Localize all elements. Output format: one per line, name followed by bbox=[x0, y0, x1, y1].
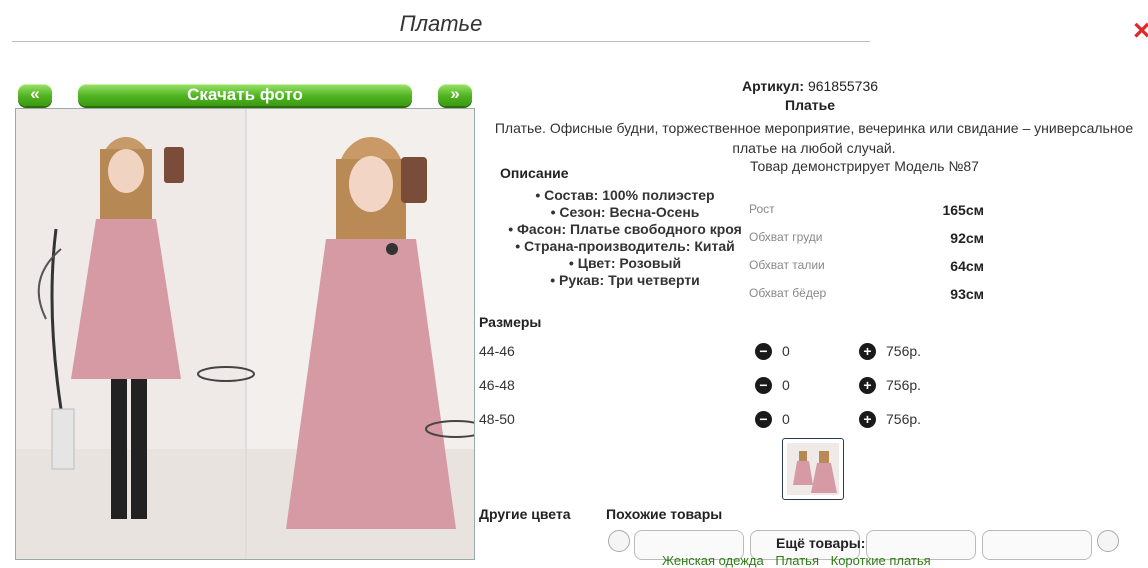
measure-label-waist: Обхват талии bbox=[749, 258, 825, 272]
prev-photo-button[interactable]: « bbox=[18, 84, 52, 106]
size-price: 756р. bbox=[886, 411, 922, 427]
spec-item: • Состав: 100% полиэстер bbox=[535, 187, 715, 203]
product-photo[interactable] bbox=[15, 108, 475, 560]
product-photo-image bbox=[16, 109, 474, 559]
model-line: Товар демонстрирует Модель №87 bbox=[750, 158, 979, 174]
spec-item: • Фасон: Платье свободного кроя bbox=[508, 221, 742, 237]
measure-label-hips: Обхват бёдер bbox=[749, 286, 827, 300]
plus-icon[interactable]: + bbox=[859, 343, 876, 360]
sizes-heading: Размеры bbox=[479, 314, 542, 330]
measure-value-hips: 93см bbox=[950, 286, 984, 302]
sku-value: 961855736 bbox=[807, 78, 879, 94]
close-icon[interactable]: × bbox=[1133, 16, 1148, 46]
download-photo-button[interactable]: Скачать фото bbox=[78, 84, 412, 106]
more-goods-links: Женская одежда Платья Короткие платья bbox=[662, 553, 939, 568]
size-price: 756р. bbox=[886, 377, 922, 393]
minus-icon[interactable]: − bbox=[755, 377, 772, 394]
similar-item[interactable] bbox=[982, 530, 1092, 560]
product-name: Платье bbox=[785, 97, 835, 113]
quantity-value: 0 bbox=[782, 343, 790, 359]
size-label: 48-50 bbox=[479, 411, 515, 427]
spec-item: • Рукав: Три четверти bbox=[550, 272, 700, 288]
size-row: 46-48 − 0 + 756р. bbox=[479, 377, 959, 397]
plus-icon[interactable]: + bbox=[859, 377, 876, 394]
similar-prev-button[interactable] bbox=[608, 530, 630, 552]
more-goods-heading: Ещё товары: bbox=[776, 535, 866, 551]
spec-item: • Цвет: Розовый bbox=[568, 255, 682, 271]
product-description: Платье. Офисные будни, торжественное мер… bbox=[494, 120, 1134, 156]
measure-value-chest: 92см bbox=[950, 230, 984, 246]
measure-value-waist: 64см bbox=[950, 258, 984, 274]
page-title: Платье bbox=[12, 8, 870, 42]
measure-value-height: 165см bbox=[942, 202, 984, 218]
category-link[interactable]: Женская одежда bbox=[662, 553, 764, 568]
sku-label: Артикул: bbox=[741, 78, 805, 94]
size-label: 46-48 bbox=[479, 377, 515, 393]
minus-icon[interactable]: − bbox=[755, 411, 772, 428]
size-row: 44-46 − 0 + 756р. bbox=[479, 343, 959, 363]
similar-next-button[interactable] bbox=[1097, 530, 1119, 552]
measure-label-chest: Обхват груди bbox=[749, 230, 823, 244]
quantity-value: 0 bbox=[782, 377, 790, 393]
size-price: 756р. bbox=[886, 343, 922, 359]
next-photo-button[interactable]: » bbox=[438, 84, 472, 106]
other-colors-heading: Другие цвета bbox=[479, 506, 571, 522]
spec-item: • Страна-производитель: Китай bbox=[515, 238, 735, 254]
measure-label-height: Рост bbox=[749, 202, 775, 216]
category-link[interactable]: Короткие платья bbox=[831, 553, 931, 568]
quantity-value: 0 bbox=[782, 411, 790, 427]
minus-icon[interactable]: − bbox=[755, 343, 772, 360]
size-row: 48-50 − 0 + 756р. bbox=[479, 411, 959, 431]
product-thumbnail[interactable] bbox=[782, 438, 844, 500]
spec-item: • Сезон: Весна-Осень bbox=[550, 204, 700, 220]
similar-products-heading: Похожие товары bbox=[606, 506, 723, 522]
plus-icon[interactable]: + bbox=[859, 411, 876, 428]
sku-line: Артикул: 961855736 bbox=[620, 78, 1000, 94]
specs-list: • Состав: 100% полиэстер • Сезон: Весна-… bbox=[480, 187, 770, 289]
size-label: 44-46 bbox=[479, 343, 515, 359]
thumbnail-image bbox=[787, 443, 839, 495]
specs-heading: Описание bbox=[500, 165, 569, 181]
category-link[interactable]: Платья bbox=[775, 553, 819, 568]
